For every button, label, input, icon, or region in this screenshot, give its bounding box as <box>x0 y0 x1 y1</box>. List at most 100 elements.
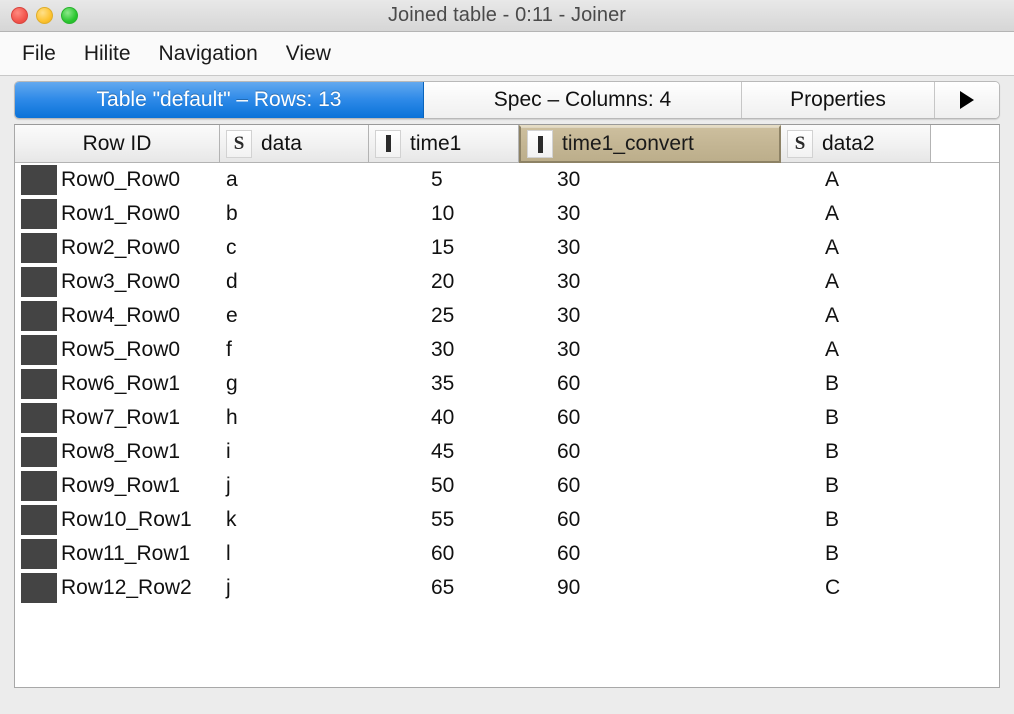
table-row[interactable]: Row1_Row0 b 10 30 A <box>15 197 999 231</box>
cell-data2[interactable]: A <box>781 231 931 265</box>
cell-data2[interactable]: A <box>781 333 931 367</box>
tab-table[interactable]: Table "default" – Rows: 13 <box>15 82 424 118</box>
menu-item-navigation[interactable]: Navigation <box>145 40 272 68</box>
table-row[interactable]: Row3_Row0 d 20 30 A <box>15 265 999 299</box>
tab-spec[interactable]: Spec – Columns: 4 <box>424 82 742 118</box>
cell-data2[interactable]: B <box>781 367 931 401</box>
cell-data[interactable]: e <box>220 299 369 333</box>
table-row[interactable]: Row2_Row0 c 15 30 A <box>15 231 999 265</box>
row-color-swatch <box>15 231 59 265</box>
cell-data[interactable]: f <box>220 333 369 367</box>
cell-time1-convert[interactable]: 60 <box>519 537 781 571</box>
cell-time1[interactable]: 5 <box>369 163 519 197</box>
cell-rowid[interactable]: Row8_Row1 <box>59 435 220 469</box>
cell-rowid[interactable]: Row12_Row2 <box>59 571 220 605</box>
cell-rowid[interactable]: Row1_Row0 <box>59 197 220 231</box>
cell-data[interactable]: a <box>220 163 369 197</box>
cell-time1-convert[interactable]: 30 <box>519 299 781 333</box>
table-row[interactable]: Row4_Row0 e 25 30 A <box>15 299 999 333</box>
cell-time1[interactable]: 65 <box>369 571 519 605</box>
color-square-icon <box>21 301 57 331</box>
cell-time1-convert[interactable]: 60 <box>519 367 781 401</box>
cell-data[interactable]: g <box>220 367 369 401</box>
close-button[interactable] <box>11 7 28 24</box>
cell-data[interactable]: k <box>220 503 369 537</box>
cell-data2[interactable]: C <box>781 571 931 605</box>
table-row[interactable]: Row7_Row1 h 40 60 B <box>15 401 999 435</box>
column-header-time1[interactable]: time1 <box>369 125 519 163</box>
cell-data2[interactable]: B <box>781 469 931 503</box>
cell-time1[interactable]: 35 <box>369 367 519 401</box>
cell-rowid[interactable]: Row11_Row1 <box>59 537 220 571</box>
cell-time1-convert[interactable]: 30 <box>519 333 781 367</box>
cell-time1[interactable]: 55 <box>369 503 519 537</box>
cell-time1[interactable]: 40 <box>369 401 519 435</box>
cell-time1-convert[interactable]: 60 <box>519 435 781 469</box>
table-row[interactable]: Row6_Row1 g 35 60 B <box>15 367 999 401</box>
cell-time1[interactable]: 60 <box>369 537 519 571</box>
cell-rowid[interactable]: Row6_Row1 <box>59 367 220 401</box>
cell-data2[interactable]: B <box>781 503 931 537</box>
cell-time1[interactable]: 15 <box>369 231 519 265</box>
cell-data[interactable]: d <box>220 265 369 299</box>
color-square-icon <box>21 573 57 603</box>
cell-time1-convert[interactable]: 90 <box>519 571 781 605</box>
table-row[interactable]: Row11_Row1 l 60 60 B <box>15 537 999 571</box>
menu-item-hilite[interactable]: Hilite <box>70 40 145 68</box>
cell-data[interactable]: l <box>220 537 369 571</box>
table-row[interactable]: Row8_Row1 i 45 60 B <box>15 435 999 469</box>
column-header-data2[interactable]: S data2 <box>781 125 931 163</box>
cell-time1[interactable]: 50 <box>369 469 519 503</box>
cell-rowid[interactable]: Row2_Row0 <box>59 231 220 265</box>
cell-data2[interactable]: A <box>781 265 931 299</box>
cell-time1-convert[interactable]: 30 <box>519 265 781 299</box>
menu-item-view[interactable]: View <box>272 40 345 68</box>
cell-data2[interactable]: B <box>781 537 931 571</box>
tab-properties[interactable]: Properties <box>742 82 935 118</box>
cell-time1[interactable]: 20 <box>369 265 519 299</box>
cell-data2[interactable]: A <box>781 299 931 333</box>
table-row[interactable]: Row9_Row1 j 50 60 B <box>15 469 999 503</box>
cell-data[interactable]: i <box>220 435 369 469</box>
cell-time1-convert[interactable]: 60 <box>519 503 781 537</box>
table-row[interactable]: Row10_Row1 k 55 60 B <box>15 503 999 537</box>
cell-data[interactable]: h <box>220 401 369 435</box>
menu-item-file[interactable]: File <box>8 40 70 68</box>
cell-time1-convert[interactable]: 30 <box>519 197 781 231</box>
cell-rowid[interactable]: Row10_Row1 <box>59 503 220 537</box>
column-header-data[interactable]: S data <box>220 125 369 163</box>
cell-time1-convert[interactable]: 60 <box>519 401 781 435</box>
column-header-rowid[interactable]: Row ID <box>15 125 220 163</box>
cell-time1-convert[interactable]: 30 <box>519 163 781 197</box>
cell-data2[interactable]: A <box>781 197 931 231</box>
column-header-time1-convert[interactable]: time1_convert <box>519 125 781 163</box>
cell-time1[interactable]: 25 <box>369 299 519 333</box>
cell-rowid[interactable]: Row7_Row1 <box>59 401 220 435</box>
cell-time1-convert[interactable]: 60 <box>519 469 781 503</box>
cell-data2[interactable]: B <box>781 435 931 469</box>
cell-rowid[interactable]: Row3_Row0 <box>59 265 220 299</box>
cell-rowid[interactable]: Row4_Row0 <box>59 299 220 333</box>
table-row[interactable]: Row12_Row2 j 65 90 C <box>15 571 999 605</box>
table-row[interactable]: Row0_Row0 a 5 30 A <box>15 163 999 197</box>
cell-rowid[interactable]: Row0_Row0 <box>59 163 220 197</box>
cell-data[interactable]: j <box>220 469 369 503</box>
cell-time1-convert[interactable]: 30 <box>519 231 781 265</box>
cell-data2[interactable]: A <box>781 163 931 197</box>
cell-time1[interactable]: 45 <box>369 435 519 469</box>
cell-time1[interactable]: 10 <box>369 197 519 231</box>
cell-time1[interactable]: 30 <box>369 333 519 367</box>
zoom-button[interactable] <box>61 7 78 24</box>
scroll-tabs-right-button[interactable] <box>935 82 999 118</box>
cell-data2[interactable]: B <box>781 401 931 435</box>
cell-rowid[interactable]: Row9_Row1 <box>59 469 220 503</box>
cell-rowid[interactable]: Row5_Row0 <box>59 333 220 367</box>
cell-data[interactable]: b <box>220 197 369 231</box>
table-row[interactable]: Row5_Row0 f 30 30 A <box>15 333 999 367</box>
cell-data[interactable]: c <box>220 231 369 265</box>
column-header-label: data <box>261 131 302 155</box>
color-square-icon <box>21 437 57 467</box>
row-color-swatch <box>15 163 59 197</box>
minimize-button[interactable] <box>36 7 53 24</box>
cell-data[interactable]: j <box>220 571 369 605</box>
